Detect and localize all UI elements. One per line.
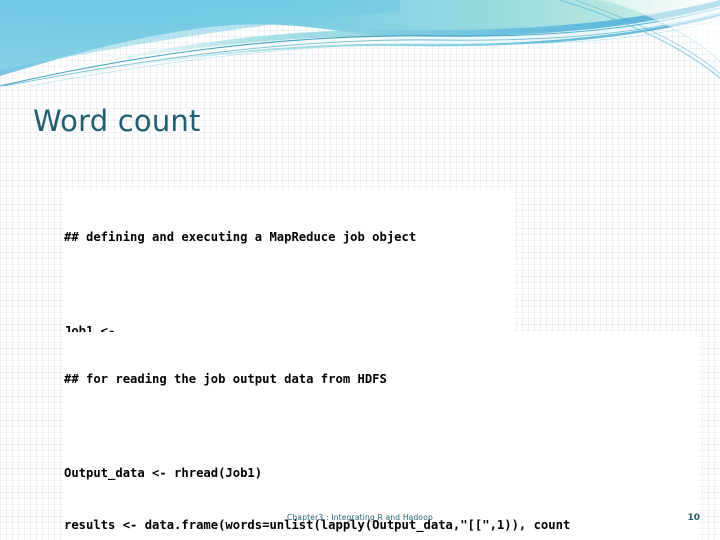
code-line: ## for reading the job output data from … [64, 371, 387, 386]
footer-caption: Chapter3 : Integrating R and Hadoop [287, 513, 433, 522]
code-line-spacer [64, 281, 514, 288]
code-line-spacer [64, 423, 698, 430]
page-number: 10 [687, 513, 700, 523]
slide-canvas: Word count ## defining and executing a M… [0, 0, 720, 540]
code-block-read-hdfs-output: ## for reading the job output data from … [64, 332, 698, 540]
code-line: ## defining and executing a MapReduce jo… [64, 229, 417, 244]
page-title: Word count [33, 104, 201, 138]
code-line: Output_data <- rhread(Job1) [64, 465, 263, 480]
decorative-banner [0, 0, 720, 86]
